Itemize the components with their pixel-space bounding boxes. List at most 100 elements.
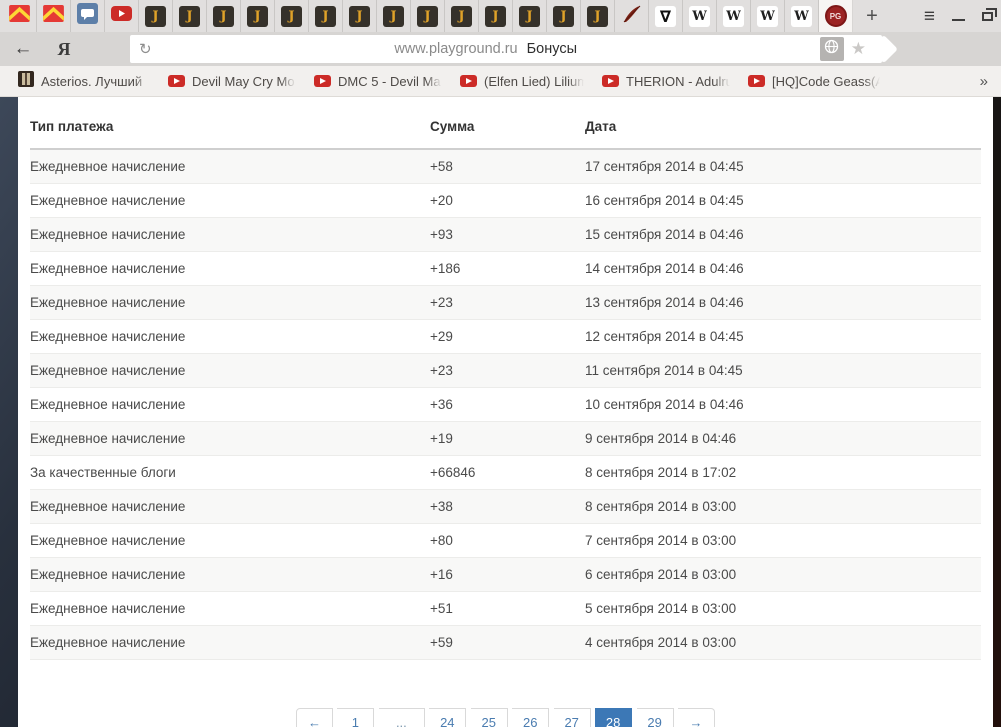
table-row: Ежедневное начисление +186 14 сентября 2… — [30, 251, 981, 286]
youtube-icon — [314, 75, 331, 87]
payment-type-cell: Ежедневное начисление — [30, 625, 430, 660]
site-region-button[interactable] — [819, 37, 844, 61]
tab-youtube[interactable] — [105, 0, 139, 32]
window-controls: ≡ — [924, 0, 1001, 32]
bookmark-therion[interactable]: THERION - Adulru — [602, 73, 730, 89]
tab-yandex-mail[interactable] — [37, 0, 71, 32]
new-tab-button[interactable]: + — [853, 0, 891, 32]
tab-j-site[interactable]: J — [547, 0, 581, 32]
tab-j-site[interactable]: J — [241, 0, 275, 32]
label-fade — [134, 70, 150, 92]
tab-wikipedia[interactable]: W — [785, 0, 819, 32]
bookmark-devil-may-cry[interactable]: Devil May Cry Mo — [168, 73, 296, 89]
tab-nabla-site[interactable]: ∇ — [649, 0, 683, 32]
pagination: ← 1 ... 24 25 26 27 28 29 → — [30, 707, 981, 727]
payment-type-cell: Ежедневное начисление — [30, 591, 430, 626]
restore-window-button[interactable] — [982, 7, 997, 21]
bookmark-code-geass[interactable]: [HQ]Code Geass(A — [748, 73, 880, 89]
minimize-button[interactable] — [952, 19, 965, 21]
pagination-prev-button[interactable]: ← — [295, 707, 333, 727]
pagination-next-button[interactable]: → — [678, 707, 716, 727]
navigation-toolbar: ← Я ↻ www.playground.ru Бонусы ★ — [0, 32, 1001, 66]
date-cell: 6 сентября 2014 в 03:00 — [585, 557, 981, 592]
address-bar[interactable]: ↻ www.playground.ru Бонусы ★ — [130, 35, 899, 63]
payment-type-cell: За качественные блоги — [30, 455, 430, 490]
tab-wikipedia[interactable]: W — [683, 0, 717, 32]
wikipedia-icon: W — [757, 5, 778, 27]
j-site-icon: J — [247, 5, 268, 27]
pagination-page-25[interactable]: 25 — [470, 707, 508, 727]
table-row: Ежедневное начисление +38 8 сентября 201… — [30, 489, 981, 524]
tab-j-site[interactable]: J — [309, 0, 343, 32]
youtube-icon — [602, 75, 619, 87]
bookmark-star-icon[interactable]: ★ — [851, 39, 866, 59]
pagination-page-29[interactable]: 29 — [636, 707, 674, 727]
feather-quill-icon — [622, 4, 642, 29]
browser-window: J J J J J J J J J J J J J J ∇ W W W W PG… — [0, 0, 1001, 727]
label-fade — [864, 73, 880, 89]
bookmark-asterios[interactable]: Asterios. Лучший — [18, 70, 150, 92]
tab-j-site[interactable]: J — [377, 0, 411, 32]
date-cell: 15 сентября 2014 в 04:46 — [585, 217, 981, 252]
tab-wikipedia[interactable]: W — [751, 0, 785, 32]
payment-type-cell: Ежедневное начисление — [30, 251, 430, 286]
wikipedia-icon: W — [723, 5, 744, 27]
bookmark-dmc5[interactable]: DMC 5 - Devil Ma — [314, 73, 442, 89]
amount-cell: +93 — [430, 217, 585, 252]
yandex-mail-icon — [9, 5, 30, 27]
tab-j-site[interactable]: J — [479, 0, 513, 32]
amount-cell: +19 — [430, 421, 585, 456]
bookmarks-overflow-chevron[interactable]: » — [980, 73, 1001, 90]
youtube-icon — [748, 75, 765, 87]
tab-wikipedia[interactable]: W — [717, 0, 751, 32]
bonus-page-container: Тип платежа Сумма Дата Ежедневное начисл… — [18, 97, 993, 727]
table-row: Ежедневное начисление +19 9 сентября 201… — [30, 421, 981, 456]
amount-cell: +36 — [430, 387, 585, 422]
pagination-page-1[interactable]: 1 — [337, 707, 375, 727]
tab-feather-site[interactable] — [615, 0, 649, 32]
tab-j-site[interactable]: J — [411, 0, 445, 32]
back-button[interactable]: ← — [10, 38, 36, 60]
url-text[interactable]: www.playground.ru Бонусы — [152, 41, 820, 57]
pagination-page-24[interactable]: 24 — [429, 707, 467, 727]
tab-j-site[interactable]: J — [173, 0, 207, 32]
playground-icon: PG — [824, 5, 847, 27]
pagination-page-27[interactable]: 27 — [553, 707, 591, 727]
reload-icon[interactable]: ↻ — [139, 40, 152, 58]
tab-messenger[interactable] — [71, 0, 105, 32]
j-site-icon: J — [485, 5, 506, 27]
pagination-ellipsis: ... — [378, 707, 425, 727]
yandex-logo[interactable]: Я — [54, 39, 74, 60]
tab-j-site[interactable]: J — [275, 0, 309, 32]
column-header-amount: Сумма — [430, 97, 585, 150]
page-background: Тип платежа Сумма Дата Ежедневное начисл… — [0, 97, 1001, 727]
tab-j-site[interactable]: J — [343, 0, 377, 32]
amount-cell: +59 — [430, 625, 585, 660]
j-site-icon: J — [451, 5, 472, 27]
table-row: Ежедневное начисление +59 4 сентября 201… — [30, 625, 981, 660]
tab-yandex-mail[interactable] — [3, 0, 37, 32]
pagination-page-26[interactable]: 26 — [512, 707, 550, 727]
tab-j-site[interactable]: J — [581, 0, 615, 32]
date-cell: 13 сентября 2014 в 04:46 — [585, 285, 981, 320]
payment-type-cell: Ежедневное начисление — [30, 523, 430, 558]
tab-j-site[interactable]: J — [513, 0, 547, 32]
date-cell: 12 сентября 2014 в 04:45 — [585, 319, 981, 354]
pagination-page-28-active[interactable]: 28 — [595, 707, 633, 727]
bookmark-label: Asterios. Лучший — [41, 73, 143, 89]
tab-j-site[interactable]: J — [445, 0, 479, 32]
browser-menu-button[interactable]: ≡ — [924, 7, 935, 26]
table-row: Ежедневное начисление +93 15 сентября 20… — [30, 217, 981, 252]
tab-j-site[interactable]: J — [139, 0, 173, 32]
payment-type-cell: Ежедневное начисление — [30, 183, 430, 218]
amount-cell: +51 — [430, 591, 585, 626]
nabla-icon: ∇ — [655, 5, 676, 27]
column-header-payment-type: Тип платежа — [30, 97, 430, 150]
date-cell: 17 сентября 2014 в 04:45 — [585, 149, 981, 184]
date-cell: 8 сентября 2014 в 03:00 — [585, 489, 981, 524]
tab-playground-active[interactable]: PG — [819, 0, 853, 32]
tab-j-site[interactable]: J — [207, 0, 241, 32]
bookmark-elfen-lied[interactable]: (Elfen Lied) Lilium — [460, 73, 584, 89]
column-header-date: Дата — [585, 97, 981, 150]
bookmarks-bar: Asterios. Лучший Devil May Cry Mo DMC 5 … — [0, 66, 1001, 97]
